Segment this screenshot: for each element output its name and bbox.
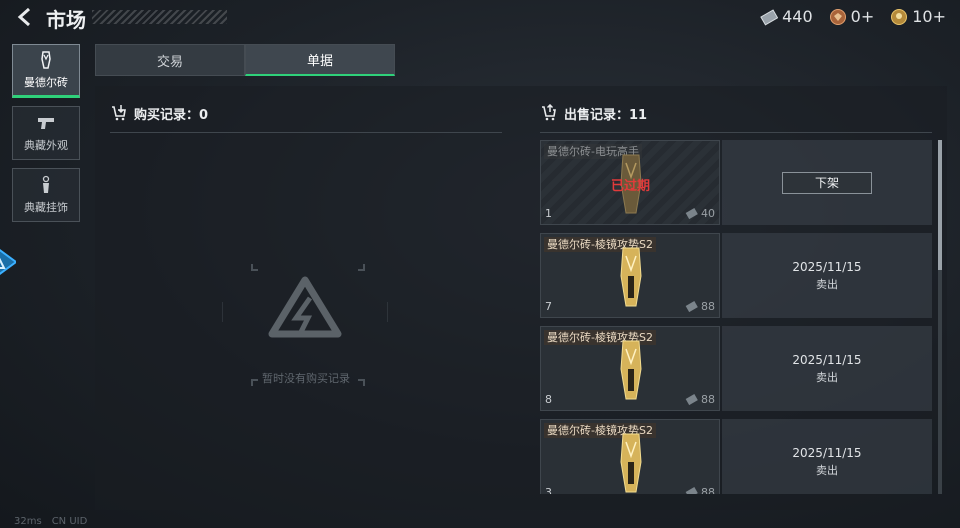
sale-date: 2025/11/15 <box>792 445 862 460</box>
cart-in-icon <box>112 105 126 121</box>
item-quantity: 1 <box>545 207 552 220</box>
coin-icon <box>829 8 846 25</box>
back-arrow-icon[interactable] <box>14 6 36 28</box>
row-action-area: 下架 <box>722 140 932 225</box>
currency-token-value: 10+ <box>912 7 946 26</box>
sell-list-scrollbar[interactable] <box>938 140 942 494</box>
item-price-value: 88 <box>701 486 715 494</box>
sidebar-item-mandel-brick[interactable]: 曼德尔砖 <box>12 44 80 98</box>
divider <box>110 132 502 133</box>
sale-status: 卖出 <box>816 370 838 384</box>
banknote-icon <box>685 486 698 494</box>
sidebar-item-collection-charms[interactable]: 典藏挂饰 <box>12 168 80 222</box>
item-quantity: 7 <box>545 300 552 313</box>
sale-status: 卖出 <box>816 277 838 291</box>
currency-coin-value: 0+ <box>850 7 875 26</box>
tab-bar: 交易 单据 <box>95 44 395 76</box>
currency-coin[interactable]: 0+ <box>829 7 875 26</box>
item-price: 88 <box>685 393 715 406</box>
item-price-value: 88 <box>701 393 715 406</box>
sidebar-item-label: 曼德尔砖 <box>24 76 68 89</box>
brick-item-icon <box>620 340 642 400</box>
sell-record-row: 曼德尔砖-棱镜攻势S2 7 88 2025/11/15 卖出 <box>540 233 932 318</box>
row-status-area: 2025/11/15 卖出 <box>722 419 932 494</box>
sale-status: 卖出 <box>816 463 838 477</box>
item-quantity: 3 <box>545 486 552 494</box>
page-title: 市场 <box>46 8 86 32</box>
item-price: 40 <box>685 207 715 220</box>
item-card[interactable]: 曼德尔砖-电玩高手 已过期 1 40 <box>540 140 720 225</box>
item-quantity: 8 <box>545 393 552 406</box>
sale-date: 2025/11/15 <box>792 352 862 367</box>
sell-record-row: 曼德尔砖-棱镜攻势S2 3 88 2025/11/15 卖出 <box>540 419 932 494</box>
tab-records[interactable]: 单据 <box>245 44 395 76</box>
item-price: 88 <box>685 300 715 313</box>
charm-icon <box>42 175 50 193</box>
currency-token[interactable]: 10+ <box>890 7 946 26</box>
item-card[interactable]: 曼德尔砖-棱镜攻势S2 3 88 <box>540 419 720 494</box>
scrollbar-thumb[interactable] <box>938 140 942 270</box>
sell-records-header: 出售记录：11 <box>540 100 932 126</box>
row-status-area: 2025/11/15 卖出 <box>722 233 932 318</box>
brick-icon <box>41 51 51 69</box>
buy-records-title: 购买记录：0 <box>134 107 209 123</box>
brick-item-icon <box>620 433 642 493</box>
side-logo-icon[interactable] <box>0 240 16 284</box>
sell-records-list[interactable]: 曼德尔砖-电玩高手 已过期 1 40 下架 曼德尔砖-棱镜攻势S2 7 88 2… <box>540 140 932 494</box>
footer-status: 32ms CN UID <box>14 516 87 527</box>
ping-value: 32ms <box>14 516 42 527</box>
brick-item-icon <box>620 247 642 307</box>
uid-label: CN UID <box>51 516 88 527</box>
delist-button[interactable]: 下架 <box>782 171 872 194</box>
buy-records-header: 购买记录：0 <box>110 100 502 126</box>
currency-banknote-value: 440 <box>782 7 813 26</box>
buy-records-section: 购买记录：0 暂时没有购买记录 <box>110 100 502 500</box>
sidebar-item-label: 典藏挂饰 <box>24 201 68 214</box>
sell-record-row: 曼德尔砖-棱镜攻势S2 8 88 2025/11/15 卖出 <box>540 326 932 411</box>
banknote-icon <box>685 300 698 312</box>
item-card[interactable]: 曼德尔砖-棱镜攻势S2 7 88 <box>540 233 720 318</box>
sell-records-title: 出售记录：11 <box>564 107 648 123</box>
token-icon <box>891 8 908 25</box>
sale-date: 2025/11/15 <box>792 259 862 274</box>
sell-records-section: 出售记录：11 曼德尔砖-电玩高手 已过期 1 40 下架 曼德尔砖-棱镜攻势S… <box>540 100 942 510</box>
divider <box>540 132 932 133</box>
currency-bar: 440 0+ 10+ <box>760 7 946 26</box>
banknote-icon <box>685 393 698 405</box>
category-rail: 曼德尔砖 典藏外观 典藏挂饰 <box>12 44 80 230</box>
sidebar-item-label: 典藏外观 <box>24 139 68 152</box>
expired-label: 已过期 <box>611 179 651 194</box>
row-status-area: 2025/11/15 卖出 <box>722 326 932 411</box>
pistol-icon <box>38 118 54 129</box>
banknote-icon <box>685 207 698 219</box>
tab-trade[interactable]: 交易 <box>95 44 245 76</box>
item-price-value: 88 <box>701 300 715 313</box>
item-price-value: 40 <box>701 207 715 220</box>
item-card[interactable]: 曼德尔砖-棱镜攻势S2 8 88 <box>540 326 720 411</box>
empty-state-text: 暂时没有购买记录 <box>262 372 350 385</box>
currency-banknote[interactable]: 440 <box>760 7 813 26</box>
top-bar: 市场 440 0+ 10+ <box>0 0 960 36</box>
sidebar-item-collection-skins[interactable]: 典藏外观 <box>12 106 80 160</box>
title-decoration <box>92 10 227 24</box>
item-price: 88 <box>685 486 715 494</box>
sell-record-row: 曼德尔砖-电玩高手 已过期 1 40 下架 <box>540 140 932 225</box>
banknote-icon <box>760 8 779 26</box>
cart-out-icon <box>542 104 556 121</box>
